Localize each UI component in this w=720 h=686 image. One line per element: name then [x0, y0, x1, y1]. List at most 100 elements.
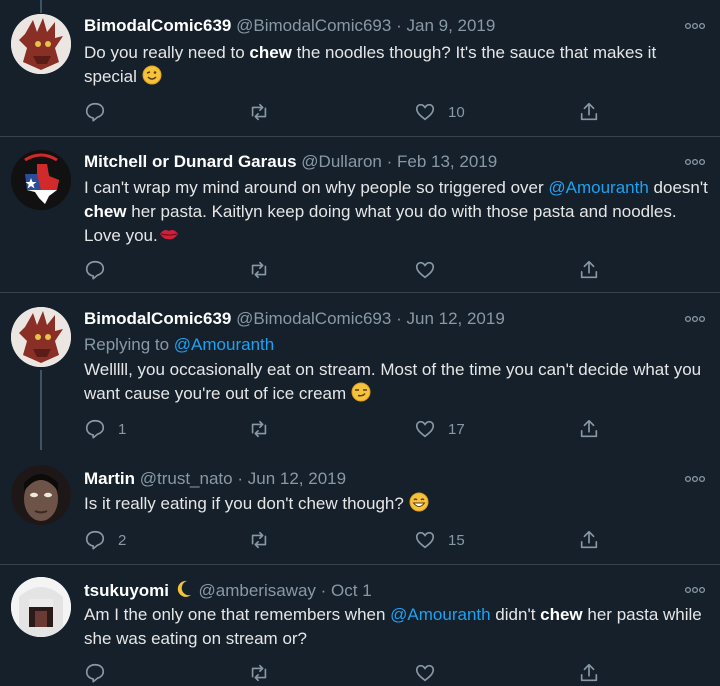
heart-icon [415, 103, 435, 121]
handle[interactable]: @trust_nato [140, 469, 233, 488]
share-icon [580, 663, 598, 682]
like-count: 10 [448, 103, 465, 121]
action-bar: 10 [84, 100, 614, 124]
like-button[interactable] [414, 258, 448, 282]
handle[interactable]: @BimodalComic693 [236, 16, 391, 35]
wink-emoji-icon [142, 65, 162, 85]
tweet[interactable]: Mitchell or Dunard Garaus @Dullaron · Fe… [0, 137, 720, 293]
share-button[interactable] [578, 661, 600, 685]
replying-to: Replying to @Amouranth [84, 334, 274, 356]
display-name[interactable]: BimodalComic639 [84, 16, 231, 35]
avatar[interactable] [11, 150, 71, 210]
like-count: 17 [448, 420, 465, 438]
timestamp[interactable]: Oct 1 [331, 581, 372, 600]
crescent-moon-icon [177, 580, 191, 597]
share-icon [580, 260, 598, 279]
text-segment: Do you really need to [84, 43, 250, 62]
kiss-lips-emoji-icon [159, 230, 178, 240]
retweet-button[interactable] [248, 100, 282, 124]
display-name[interactable]: BimodalComic639 [84, 309, 231, 328]
more-options-icon[interactable] [684, 586, 706, 594]
avatar[interactable] [11, 577, 71, 637]
share-button[interactable] [578, 528, 600, 552]
retweet-button[interactable] [248, 528, 282, 552]
like-button[interactable]: 10 [414, 100, 465, 124]
separator-dot: · [386, 152, 393, 171]
avatar[interactable] [11, 307, 71, 367]
reply-button[interactable]: 2 [84, 528, 126, 552]
share-icon [580, 530, 598, 549]
heart-icon [415, 261, 435, 279]
tweet-header: Martin @trust_nato · Jun 12, 2019 [84, 468, 346, 490]
display-name[interactable]: tsukuyomi [84, 581, 169, 600]
reply-icon [85, 260, 105, 280]
text-segment: Welllll, you occasionally eat on stream.… [84, 360, 702, 403]
timestamp[interactable]: Jun 12, 2019 [406, 309, 504, 328]
tweet-text: Is it really eating if you don't chew th… [84, 492, 709, 516]
share-icon [580, 102, 598, 121]
share-button[interactable] [578, 100, 600, 124]
retweet-button[interactable] [248, 417, 282, 441]
text-segment: I can't wrap my mind around on why peopl… [84, 178, 549, 197]
tweet[interactable]: tsukuyomi @amberisaway · Oct 1 Am I the … [0, 565, 720, 686]
reply-button[interactable]: 1 [84, 417, 126, 441]
reply-button[interactable] [84, 100, 118, 124]
reply-button[interactable] [84, 258, 118, 282]
more-options-icon[interactable] [684, 475, 706, 483]
replying-to-mention[interactable]: @Amouranth [174, 335, 274, 354]
like-button[interactable]: 15 [414, 528, 465, 552]
tweet-text: I can't wrap my mind around on why peopl… [84, 176, 709, 248]
tweet-text: Welllll, you occasionally eat on stream.… [84, 358, 709, 406]
reply-icon [85, 102, 105, 122]
text-bold: chew [249, 43, 292, 62]
more-options-icon[interactable] [684, 315, 706, 323]
grin-emoji-icon [409, 492, 429, 512]
action-bar: 1 17 [84, 417, 614, 441]
handle[interactable]: @Dullaron [301, 152, 382, 171]
timestamp[interactable]: Feb 13, 2019 [397, 152, 497, 171]
tweet[interactable]: Martin @trust_nato · Jun 12, 2019 Is it … [0, 453, 720, 565]
display-name[interactable]: Mitchell or Dunard Garaus [84, 152, 297, 171]
retweet-button[interactable] [248, 661, 282, 685]
share-button[interactable] [578, 258, 600, 282]
separator-dot: · [237, 469, 244, 488]
timestamp[interactable]: Jun 12, 2019 [248, 469, 346, 488]
mention-link[interactable]: @Amouranth [390, 605, 490, 624]
martin-avatar-image [11, 465, 71, 525]
text-segment: didn't [490, 605, 541, 624]
reply-button[interactable] [84, 661, 118, 685]
separator-dot: · [320, 581, 327, 600]
like-button[interactable]: 17 [414, 417, 465, 441]
avatar-image [11, 14, 71, 74]
tsukuyomi-avatar-image [11, 577, 71, 637]
more-options-icon[interactable] [684, 22, 706, 30]
handle[interactable]: @amberisaway [199, 581, 316, 600]
mention-link[interactable]: @Amouranth [548, 178, 648, 197]
tweet[interactable]: BimodalComic639 @BimodalComic693 · Jun 1… [0, 293, 720, 453]
retweet-icon [251, 420, 267, 438]
heart-icon [415, 531, 435, 549]
smirk-emoji-icon [351, 382, 371, 402]
text-bold: chew [540, 605, 583, 624]
like-button[interactable] [414, 661, 448, 685]
timestamp[interactable]: Jan 9, 2019 [406, 16, 495, 35]
handle[interactable]: @BimodalComic693 [236, 309, 391, 328]
retweet-icon [251, 261, 267, 279]
retweet-icon [251, 103, 267, 121]
avatar-image [11, 307, 71, 367]
text-segment: Is it really eating if you don't chew th… [84, 494, 404, 513]
avatar[interactable] [11, 465, 71, 525]
share-button[interactable] [578, 417, 600, 441]
texas-avatar-image [11, 150, 71, 210]
tweet-header: BimodalComic639 @BimodalComic693 · Jun 1… [84, 308, 505, 330]
separator-dot: · [396, 16, 402, 35]
retweet-button[interactable] [248, 258, 282, 282]
tweet-header: BimodalComic639 @BimodalComic693 · Jan 9… [84, 15, 495, 37]
avatar[interactable] [11, 14, 71, 74]
display-name[interactable]: Martin [84, 469, 135, 488]
text-segment: doesn't [648, 178, 708, 197]
text-bold: chew [84, 202, 127, 221]
more-options-icon[interactable] [684, 158, 706, 166]
tweet[interactable]: BimodalComic639 @BimodalComic693 · Jan 9… [0, 0, 720, 137]
reply-icon [85, 530, 105, 550]
